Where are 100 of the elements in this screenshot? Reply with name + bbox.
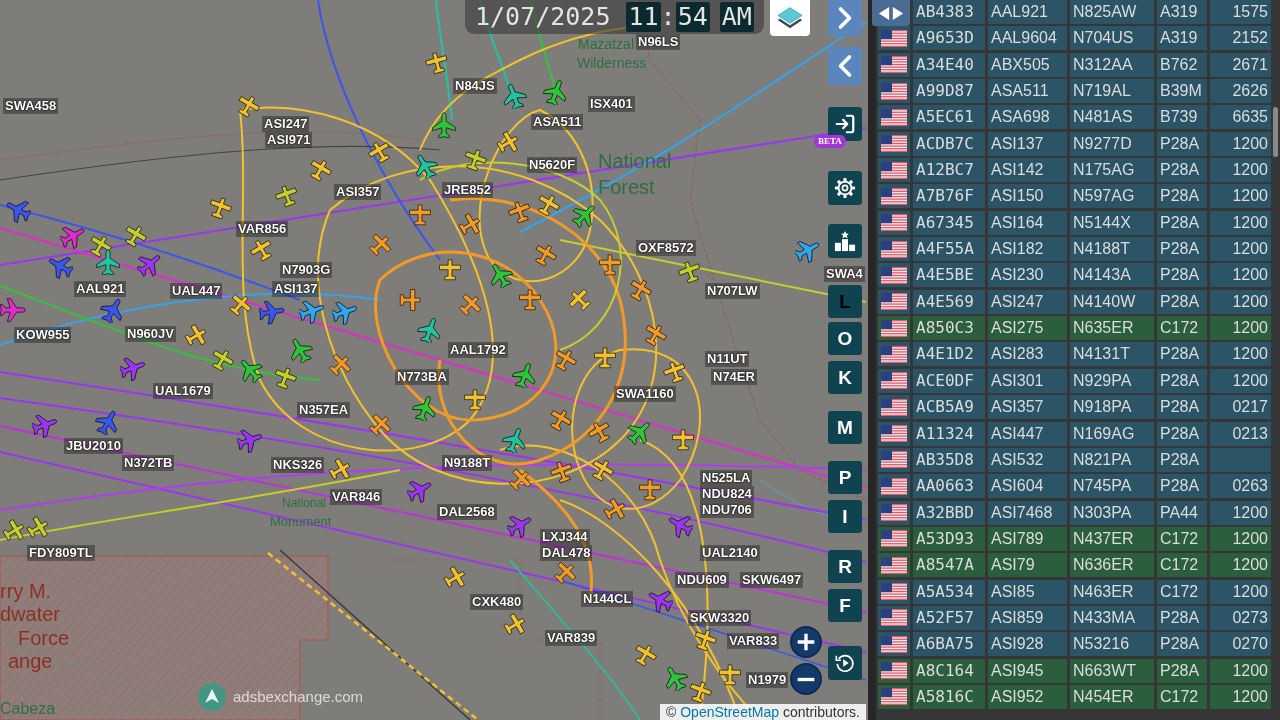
small-plane-icon[interactable] (328, 353, 352, 377)
small-plane-icon[interactable] (550, 460, 574, 484)
small-plane-icon[interactable] (438, 258, 462, 282)
small-plane-icon[interactable] (368, 140, 392, 164)
scrollbar-thumb[interactable] (1273, 107, 1278, 157)
table-cell: N597AG (1070, 184, 1154, 209)
small-plane-icon[interactable] (88, 234, 112, 258)
jet-icon[interactable] (512, 362, 538, 388)
jet-icon[interactable] (95, 249, 121, 275)
jet-icon[interactable] (332, 299, 358, 325)
small-plane-icon[interactable] (273, 366, 297, 390)
small-plane-icon[interactable] (603, 498, 627, 522)
small-plane-icon[interactable] (463, 148, 487, 172)
small-plane-icon[interactable] (593, 346, 617, 370)
zoom-in-button[interactable] (790, 626, 822, 658)
small-plane-icon[interactable] (508, 200, 532, 224)
toggle-button[interactable]: P (828, 461, 862, 494)
toggle-button[interactable]: K (828, 361, 862, 394)
jet-icon[interactable] (431, 112, 457, 138)
toggle-button[interactable]: M (828, 411, 862, 444)
openstreetmap-link[interactable]: OpenStreetMap (680, 704, 780, 720)
small-plane-icon[interactable] (548, 408, 572, 432)
layers-button[interactable] (770, 0, 810, 36)
podium-button[interactable] (828, 224, 862, 258)
jet-icon[interactable] (299, 298, 325, 324)
small-plane-icon[interactable] (184, 324, 208, 348)
small-plane-icon[interactable] (678, 260, 702, 284)
toggle-button[interactable]: F (828, 589, 862, 622)
small-plane-icon[interactable] (26, 516, 50, 540)
jet-icon[interactable] (572, 202, 598, 228)
small-plane-icon[interactable] (398, 288, 422, 312)
jet-icon[interactable] (259, 299, 285, 325)
small-plane-icon[interactable] (671, 428, 695, 452)
small-plane-icon[interactable] (308, 158, 332, 182)
table-cell: A67345 (913, 210, 985, 235)
toggle-button[interactable]: O (828, 322, 862, 355)
small-plane-icon[interactable] (2, 519, 26, 543)
small-plane-icon[interactable] (228, 293, 252, 317)
toggle-button[interactable]: R (828, 550, 862, 583)
small-plane-icon[interactable] (693, 628, 717, 652)
small-plane-icon[interactable] (553, 348, 577, 372)
table-cell: ASI247 (988, 289, 1067, 314)
table-cell: N4140W (1070, 289, 1154, 314)
table-cell: ASI142 (988, 158, 1067, 183)
panel-toggle-button[interactable] (872, 0, 910, 26)
small-plane-icon[interactable] (503, 613, 527, 637)
small-plane-icon[interactable] (458, 293, 482, 317)
small-plane-icon[interactable] (568, 288, 592, 312)
small-plane-icon[interactable] (236, 94, 260, 118)
zoom-out-button[interactable] (790, 663, 822, 695)
small-plane-icon[interactable] (408, 203, 432, 227)
small-plane-icon[interactable] (590, 458, 614, 482)
small-plane-icon[interactable] (638, 478, 662, 502)
jet-icon[interactable] (502, 427, 528, 453)
small-plane-icon[interactable] (533, 243, 557, 267)
small-plane-icon[interactable] (425, 51, 449, 75)
next-button[interactable] (828, 0, 862, 36)
toggle-button[interactable]: I (828, 500, 862, 533)
small-plane-icon[interactable] (328, 458, 352, 482)
jet-icon[interactable] (412, 395, 438, 421)
small-plane-icon[interactable] (123, 224, 147, 248)
small-plane-icon[interactable] (643, 323, 667, 347)
jet-icon[interactable] (501, 83, 527, 109)
jet-icon[interactable] (120, 355, 146, 381)
small-plane-icon[interactable] (458, 213, 482, 237)
jet-icon[interactable] (417, 317, 443, 343)
jet-icon[interactable] (627, 419, 653, 445)
small-plane-icon[interactable] (518, 288, 542, 312)
small-plane-icon[interactable] (368, 233, 392, 257)
replay-button[interactable] (828, 646, 862, 680)
table-cell: N303PA (1070, 500, 1154, 525)
small-plane-icon[interactable] (536, 193, 560, 217)
small-plane-icon[interactable] (633, 643, 657, 667)
small-plane-icon[interactable] (688, 680, 712, 704)
small-plane-icon[interactable] (463, 388, 487, 412)
small-plane-icon[interactable] (496, 131, 520, 155)
chevron-left-icon (836, 54, 854, 78)
settings-button[interactable] (828, 171, 862, 205)
small-plane-icon[interactable] (208, 196, 232, 220)
table-cell: P28A (1157, 605, 1207, 630)
small-plane-icon[interactable] (628, 278, 652, 302)
back-button[interactable] (828, 47, 862, 85)
table-cell: P28A (1157, 658, 1207, 683)
small-plane-icon[interactable] (368, 413, 392, 437)
table-cell: A5A534 (913, 579, 985, 604)
small-plane-icon[interactable] (275, 184, 299, 208)
jet-icon[interactable] (543, 79, 569, 105)
small-plane-icon[interactable] (443, 566, 467, 590)
small-plane-icon[interactable] (718, 663, 742, 687)
jet-icon[interactable] (32, 412, 58, 438)
small-plane-icon[interactable] (663, 360, 687, 384)
jet-icon[interactable] (237, 427, 263, 453)
jet-icon[interactable] (0, 297, 26, 323)
small-plane-icon[interactable] (598, 253, 622, 277)
small-plane-icon[interactable] (508, 468, 532, 492)
small-plane-icon[interactable] (210, 348, 234, 372)
small-plane-icon[interactable] (250, 238, 274, 262)
small-plane-icon[interactable] (588, 420, 612, 444)
small-plane-icon[interactable] (553, 561, 577, 585)
table-cell: N4143A (1070, 263, 1154, 288)
